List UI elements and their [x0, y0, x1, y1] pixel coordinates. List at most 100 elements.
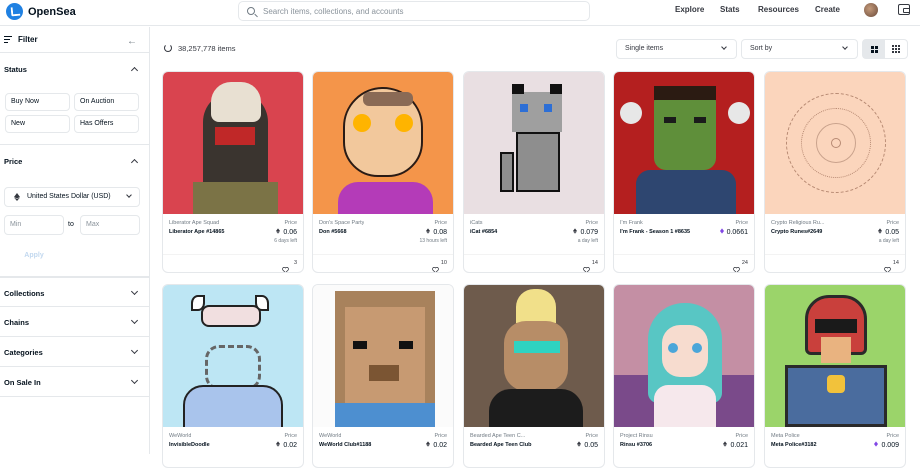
chevron-up-icon[interactable] — [130, 66, 139, 75]
item-name[interactable]: Bearded Ape Teen Club — [470, 441, 531, 449]
price-label: Price — [434, 220, 447, 226]
nav-create[interactable]: Create — [815, 5, 840, 14]
nft-image[interactable] — [464, 285, 604, 427]
price-value: 0.009 — [874, 441, 899, 449]
nav-resources[interactable]: Resources — [758, 5, 799, 14]
nft-card[interactable]: Don's Space Party Don #5668 Price 0.08 13 ho… — [312, 71, 454, 273]
nft-image[interactable] — [614, 72, 754, 214]
max-price-input[interactable]: Max — [80, 215, 140, 235]
nft-image[interactable] — [765, 72, 905, 214]
item-name[interactable]: I'm Frank - Season 1 #8635 — [620, 228, 690, 236]
small-grid-icon — [892, 45, 900, 53]
price-value: 0.079 — [573, 228, 598, 236]
currency-select[interactable]: United States Dollar (USD) — [4, 187, 140, 207]
price-label: Price — [284, 433, 297, 439]
collections-section[interactable]: Collections — [0, 277, 149, 307]
collection-name[interactable]: Meta Police — [771, 433, 800, 439]
collection-name[interactable]: Don's Space Party — [319, 220, 364, 226]
categories-section[interactable]: Categories — [0, 337, 149, 367]
item-name[interactable]: InvisibleDoodle — [169, 441, 210, 449]
status-title[interactable]: Status — [0, 65, 27, 74]
item-name[interactable]: Liberator Ape #14865 — [169, 228, 224, 236]
collection-name[interactable]: Crypto Religious Ru... — [771, 220, 825, 226]
heart-icon[interactable] — [282, 260, 289, 272]
price-amount: 0.009 — [881, 442, 899, 449]
heart-icon[interactable] — [583, 260, 590, 272]
nft-image[interactable] — [313, 72, 453, 214]
on-sale-in-section[interactable]: On Sale In — [0, 367, 149, 397]
min-price-input[interactable]: Min — [4, 215, 64, 235]
buy-now-button[interactable]: Buy Now — [5, 93, 70, 111]
collection-name[interactable]: Bearded Ape Teen C... — [470, 433, 525, 439]
nft-image[interactable] — [464, 72, 604, 214]
heart-icon[interactable] — [733, 260, 740, 272]
chains-section[interactable]: Chains — [0, 307, 149, 337]
item-name[interactable]: WeWorld Club#1188 — [319, 441, 371, 449]
search-bar[interactable] — [238, 1, 590, 21]
opensea-logo[interactable]: OpenSea — [6, 3, 76, 20]
price-value: 0.05 — [878, 228, 899, 236]
item-type-select[interactable]: Single items — [616, 39, 737, 59]
collection-name[interactable]: I'm Frank — [620, 220, 643, 226]
chains-title: Chains — [4, 318, 30, 327]
ethereum-icon — [577, 441, 582, 449]
nft-image[interactable] — [163, 72, 303, 214]
sort-select[interactable]: Sort by — [741, 39, 858, 59]
item-name[interactable]: Don #5668 — [319, 228, 347, 236]
nft-image[interactable] — [765, 285, 905, 427]
heart-icon[interactable] — [432, 260, 439, 272]
item-name[interactable]: Crypto Runes#2649 — [771, 228, 822, 236]
nft-card[interactable]: WeWorld InvisibleDoodle Price 0.02 — [162, 284, 304, 468]
nft-image[interactable] — [614, 285, 754, 427]
price-amount: 0.05 — [885, 229, 899, 236]
nft-card[interactable]: WeWorld WeWorld Club#1188 Price 0.02 — [312, 284, 454, 468]
profile-avatar[interactable] — [864, 3, 878, 17]
on-auction-button[interactable]: On Auction — [74, 93, 139, 111]
filter-header[interactable]: Filter ← — [0, 27, 149, 53]
arrow-left-icon[interactable]: ← — [127, 36, 137, 47]
like-count: 3 — [293, 260, 297, 266]
item-name[interactable]: iCat #6854 — [470, 228, 497, 236]
nft-card[interactable]: iCats iCat #6854 Price 0.079 a day left 14 — [463, 71, 605, 273]
new-button[interactable]: New — [5, 115, 70, 133]
apply-button[interactable]: Apply — [4, 247, 64, 265]
large-grid-button[interactable] — [863, 40, 885, 58]
ethereum-icon — [276, 441, 281, 449]
like-count: 14 — [892, 260, 899, 266]
item-name[interactable]: Meta Police#3182 — [771, 441, 817, 449]
collection-name[interactable]: iCats — [470, 220, 483, 226]
collections-title: Collections — [4, 289, 45, 298]
filter-label: Filter — [18, 35, 38, 44]
has-offers-button[interactable]: Has Offers — [74, 115, 139, 133]
nav-stats[interactable]: Stats — [720, 5, 740, 14]
nft-image[interactable] — [313, 285, 453, 427]
nft-card[interactable]: Bearded Ape Teen C... Bearded Ape Teen Cl… — [463, 284, 605, 468]
nft-card[interactable]: Project Rinsu Rinsu #3706 Price 0.021 — [613, 284, 755, 468]
like-count: 24 — [741, 260, 748, 266]
view-toggle — [862, 39, 908, 59]
sort-value: Sort by — [750, 45, 773, 52]
nav-explore[interactable]: Explore — [675, 5, 704, 14]
to-label: to — [68, 221, 74, 228]
nft-card[interactable]: I'm Frank I'm Frank - Season 1 #8635 Price… — [613, 71, 755, 273]
nft-card[interactable]: Crypto Religious Ru... Crypto Runes#2649 P… — [764, 71, 906, 273]
collection-name[interactable]: Liberator Ape Squad — [169, 220, 219, 226]
wallet-icon[interactable] — [898, 4, 910, 15]
card-footer: 3 — [163, 254, 303, 272]
time-left: 6 days left — [274, 238, 297, 244]
nft-card[interactable]: Liberator Ape Squad Liberator Ape #14865 P… — [162, 71, 304, 273]
chevron-up-icon[interactable] — [130, 158, 139, 167]
collection-name[interactable]: WeWorld — [319, 433, 341, 439]
heart-icon[interactable] — [884, 260, 891, 272]
nft-card[interactable]: Meta Police Meta Police#3182 Price 0.009 — [764, 284, 906, 468]
nft-image[interactable] — [163, 285, 303, 427]
search-input[interactable] — [263, 6, 563, 16]
item-name[interactable]: Rinsu #3706 — [620, 441, 652, 449]
collection-name[interactable]: WeWorld — [169, 433, 191, 439]
small-grid-button[interactable] — [885, 40, 907, 58]
price-amount: 0.02 — [433, 442, 447, 449]
price-amount: 0.05 — [584, 442, 598, 449]
collection-name[interactable]: Project Rinsu — [620, 433, 653, 439]
price-title[interactable]: Price — [0, 157, 22, 166]
refresh-icon[interactable] — [164, 44, 172, 52]
